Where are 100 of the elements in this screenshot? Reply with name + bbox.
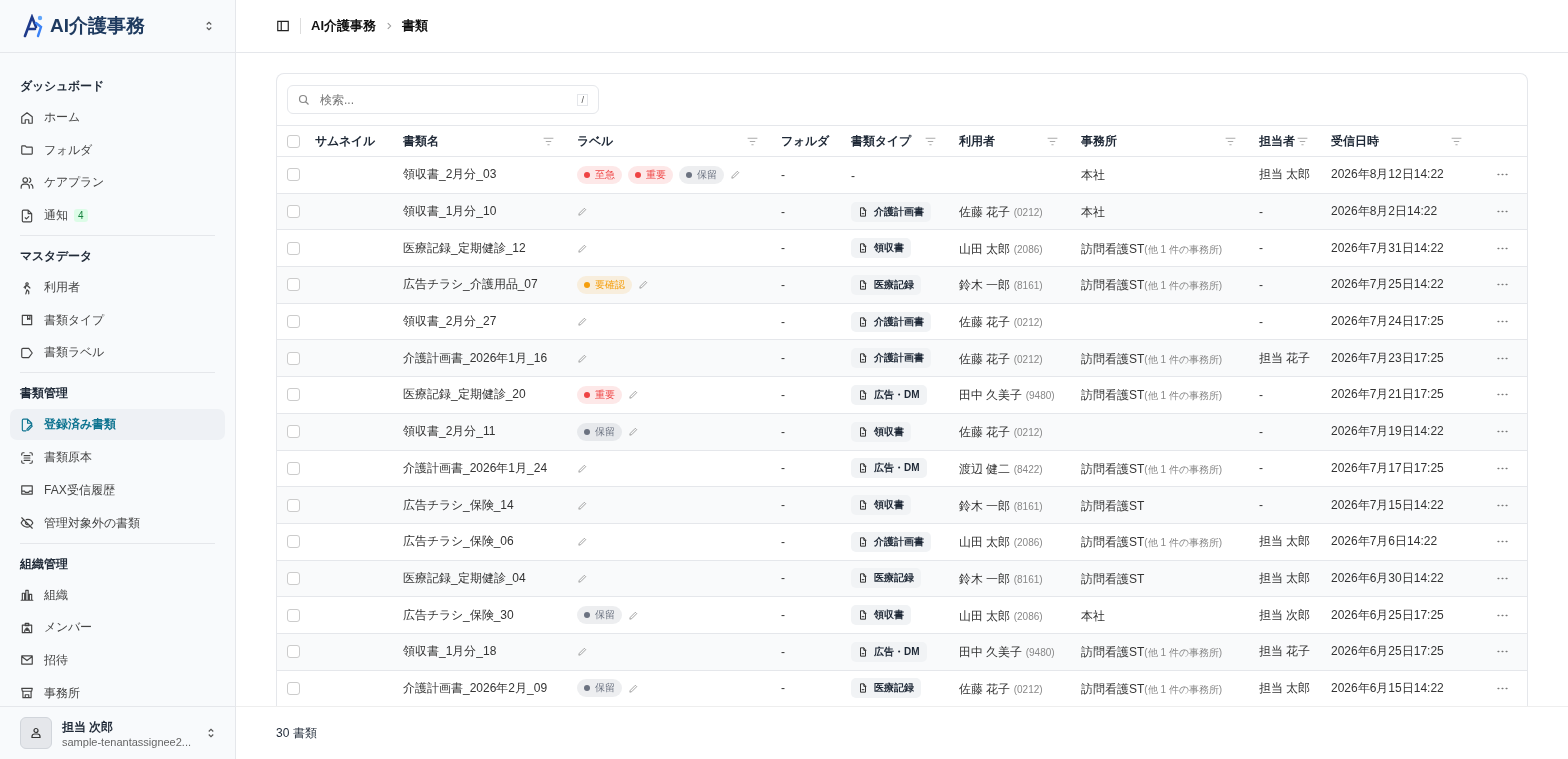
nav-item[interactable]: メンバー xyxy=(10,612,225,644)
nav-item[interactable]: 利用者 xyxy=(10,272,225,304)
nav-item[interactable]: ケアプラン xyxy=(10,167,225,199)
office-cell-text: 訪問看護ST xyxy=(1080,571,1145,586)
row-checkbox[interactable] xyxy=(287,571,300,585)
document-name[interactable]: 介護計画書_2026年1月_24 xyxy=(395,459,569,477)
document-name[interactable]: 医療記録_定期健診_12 xyxy=(395,239,569,257)
pencil-icon[interactable] xyxy=(577,646,588,658)
nav-item[interactable]: 書類タイプ xyxy=(10,304,225,336)
pencil-icon[interactable] xyxy=(577,206,588,218)
table-cell-text: - xyxy=(780,461,786,476)
nav-item[interactable]: フォルダ xyxy=(10,134,225,166)
user-name-cell-text: 佐藤 花子 (0212) xyxy=(958,205,1043,220)
nav-item[interactable]: 管理対象外の書類 xyxy=(10,507,225,539)
document-name[interactable]: 広告チラシ_保険_14 xyxy=(395,496,569,514)
chevron-updown-icon[interactable] xyxy=(205,20,213,32)
pencil-icon[interactable] xyxy=(628,426,639,438)
user-name-cell-text: 山田 太郎 (2086) xyxy=(958,535,1043,550)
office-cell-text: 本社 xyxy=(1080,205,1105,220)
office-cell-text: 本社 xyxy=(1080,608,1105,623)
document-type-tag: 医療記録 xyxy=(851,678,921,699)
pencil-icon[interactable] xyxy=(577,462,588,474)
search-input[interactable]: 検索... xyxy=(318,91,570,108)
document-name[interactable]: 広告チラシ_介護用品_07 xyxy=(395,276,569,294)
row-checkbox[interactable] xyxy=(287,498,300,512)
pencil-icon[interactable] xyxy=(577,572,588,584)
breadcrumb-item[interactable]: AI介護事務 xyxy=(311,17,376,35)
document-name[interactable]: 医療記録_定期健診_04 xyxy=(395,569,569,587)
nav-item[interactable]: 書類ラベル xyxy=(10,337,225,369)
document-name[interactable]: 領収書_2月分_11 xyxy=(395,423,569,441)
pencil-icon[interactable] xyxy=(577,316,588,328)
row-checkbox[interactable] xyxy=(287,241,300,255)
assignee-cell-text: - xyxy=(1258,461,1264,476)
pencil-icon[interactable] xyxy=(638,279,649,291)
office-cell-text: 本社 xyxy=(1080,168,1105,183)
date-cell-text: 2026年6月25日17:25 xyxy=(1330,606,1445,624)
document-name[interactable]: 広告チラシ_保険_06 xyxy=(395,533,569,551)
document-name[interactable]: 医療記録_定期健診_20 xyxy=(395,386,569,404)
document-name[interactable]: 領収書_2月分_27 xyxy=(395,313,569,331)
select-all-checkbox[interactable] xyxy=(287,134,300,148)
nav-item[interactable]: ホーム xyxy=(10,102,225,133)
document-name[interactable]: 領収書_2月分_03 xyxy=(395,166,569,184)
row-checkbox[interactable] xyxy=(287,461,300,475)
row-checkbox[interactable] xyxy=(287,351,300,365)
row-checkbox[interactable] xyxy=(287,388,300,402)
nav-item[interactable]: 通知 4 xyxy=(10,200,225,232)
date-cell-text: 2026年6月15日14:22 xyxy=(1330,679,1445,697)
table-cell-text: - xyxy=(780,571,786,586)
pencil-icon[interactable] xyxy=(628,682,639,694)
section-title: 組織管理 xyxy=(19,555,69,573)
document-name[interactable]: 介護計画書_2026年1月_16 xyxy=(395,349,569,367)
table-cell-text: - xyxy=(780,644,786,659)
table-cell-text: - xyxy=(780,498,786,513)
chevron-updown-icon[interactable] xyxy=(207,727,215,739)
pencil-icon[interactable] xyxy=(577,242,588,254)
row-checkbox[interactable] xyxy=(287,535,300,549)
user-name-cell-text: 田中 久美子 (9480) xyxy=(958,388,1055,403)
nav-item[interactable]: 登録済み書類 xyxy=(10,409,225,441)
user-name-cell-text: 佐藤 花子 (0212) xyxy=(958,681,1043,696)
table-cell-text: - xyxy=(780,167,786,182)
sidebar-toggle-icon[interactable] xyxy=(276,19,290,33)
nav-item[interactable]: 組織 xyxy=(10,579,225,611)
search-field[interactable]: 検索... / xyxy=(287,85,599,114)
book-icon xyxy=(20,313,34,328)
nav-item[interactable]: 招待 xyxy=(10,644,225,676)
pencil-icon[interactable] xyxy=(577,536,588,548)
document-type-tag: 領収書 xyxy=(851,238,911,259)
document-name[interactable]: 広告チラシ_保険_30 xyxy=(395,606,569,624)
table-cell-text: - xyxy=(780,241,786,256)
row-checkbox[interactable] xyxy=(287,425,300,439)
nav-item[interactable]: 事務所 xyxy=(10,677,225,706)
column-header: 受信日時 xyxy=(1331,132,1379,150)
column-header: フォルダ xyxy=(781,132,829,150)
pencil-icon[interactable] xyxy=(577,352,588,364)
pencil-icon[interactable] xyxy=(730,169,741,181)
nav-item[interactable]: FAX受信履歴 xyxy=(10,474,225,506)
table-cell-text: - xyxy=(780,351,786,366)
user-name-cell-text: 佐藤 花子 (0212) xyxy=(958,315,1043,330)
row-checkbox[interactable] xyxy=(287,205,300,219)
label-tag: 重要 xyxy=(577,385,622,404)
pencil-icon[interactable] xyxy=(577,499,588,511)
row-checkbox[interactable] xyxy=(287,645,300,659)
row-checkbox[interactable] xyxy=(287,315,300,329)
row-checkbox[interactable] xyxy=(287,608,300,622)
document-name[interactable]: 領収書_1月分_10 xyxy=(395,203,569,221)
document-name[interactable]: 領収書_1月分_18 xyxy=(395,643,569,661)
date-cell-text: 2026年7月17日17:25 xyxy=(1330,459,1445,477)
nav-item[interactable]: 書類原本 xyxy=(10,442,225,474)
pencil-icon[interactable] xyxy=(628,389,639,401)
row-checkbox[interactable] xyxy=(287,278,300,292)
row-checkbox[interactable] xyxy=(287,681,300,695)
row-checkbox[interactable] xyxy=(287,168,300,182)
user-name-cell-text: 山田 太郎 (2086) xyxy=(958,241,1043,256)
breadcrumb-item: 書類 xyxy=(402,17,428,35)
office-cell-text: 訪問看護ST(他 1 件の事務所) xyxy=(1080,351,1223,366)
mail-icon xyxy=(20,653,34,668)
document-name[interactable]: 介護計画書_2026年2月_09 xyxy=(395,679,569,697)
date-cell-text: 2026年7月24日17:25 xyxy=(1330,313,1445,331)
assignee-cell-text: - xyxy=(1258,387,1264,402)
pencil-icon[interactable] xyxy=(628,609,639,621)
